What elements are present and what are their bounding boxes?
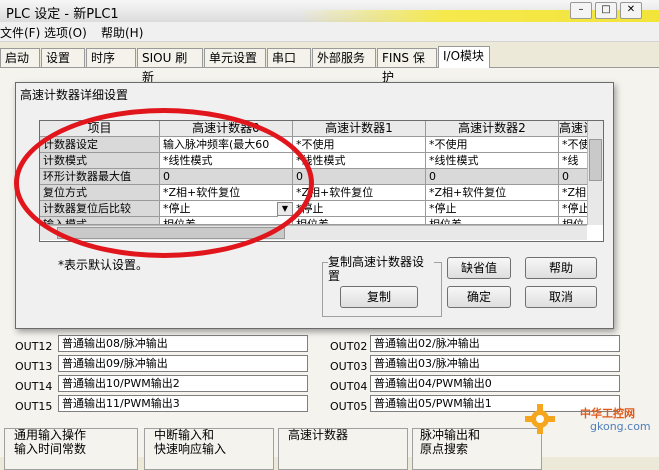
tab-siou-refresh[interactable]: SIOU 刷新 (137, 48, 203, 84)
grid-cell[interactable]: *停止 (426, 201, 559, 217)
minimize-button[interactable]: – (570, 2, 592, 19)
menu-file[interactable]: 文件(F) (0, 24, 40, 41)
tab-fins-protect[interactable]: FINS 保护 (377, 48, 437, 84)
highlight-ellipse (14, 108, 314, 258)
out14-field[interactable]: 普通输出10/PWM输出2 (58, 375, 308, 392)
grid-cell[interactable]: *Z相+软件复位 (426, 185, 559, 201)
out05-label: OUT05 (330, 400, 368, 413)
copy-button[interactable]: 复制 (340, 286, 418, 308)
tab-unit-settings[interactable]: 单元设置 (204, 48, 266, 67)
grid-cell[interactable]: 0 (426, 169, 559, 185)
tab-external-service[interactable]: 外部服务 (312, 48, 376, 67)
tab-serial-port[interactable]: 串口 (267, 48, 311, 67)
cancel-button[interactable]: 取消 (525, 286, 597, 308)
close-button[interactable]: ✕ (620, 2, 642, 19)
grid-cell[interactable]: *停止 (293, 201, 426, 217)
menu-help[interactable]: 帮助(H) (101, 24, 143, 41)
window-title: PLC 设定 - 新PLC1 (6, 7, 119, 22)
grid-cell[interactable]: 相位差 (426, 217, 559, 225)
pulse-output-line1: 脉冲输出和 (420, 428, 481, 442)
out04-label: OUT04 (330, 380, 368, 393)
out13-field[interactable]: 普通输出09/脉冲输出 (58, 355, 308, 372)
grid-cell[interactable]: *线性模式 (293, 153, 426, 169)
dialog-title: 高速计数器详细设置 (20, 88, 129, 102)
help-button[interactable]: 帮助 (525, 257, 597, 279)
copy-group-label: 复制高速计数器设置 (328, 255, 434, 283)
tab-startup[interactable]: 启动 (0, 48, 40, 67)
maximize-button[interactable]: □ (595, 2, 617, 19)
grid-cell[interactable]: *不使用 (426, 137, 559, 153)
default-note: *表示默认设置。 (58, 258, 149, 272)
general-input-line1: 通用输入操作 (14, 428, 87, 442)
out13-label: OUT13 (15, 360, 53, 373)
out04-field[interactable]: 普通输出04/PWM输出0 (370, 375, 620, 392)
tab-timing[interactable]: 时序 (86, 48, 136, 67)
watermark-brand: 中华工控网 (580, 407, 635, 420)
out15-field[interactable]: 普通输出11/PWM输出3 (58, 395, 308, 412)
gear-icon (523, 402, 557, 436)
out12-label: OUT12 (15, 340, 53, 353)
watermark-url: gkong.com (590, 420, 651, 433)
grid-cell[interactable]: 相位差 (293, 217, 426, 225)
interrupt-input-line2: 快速响应输入 (154, 442, 227, 456)
tab-io-module[interactable]: I/O模块 (438, 46, 490, 68)
pulse-output-line2: 原点搜索 (420, 442, 469, 456)
grid-cell[interactable]: *不使用 (293, 137, 426, 153)
hs-counter-line1: 高速计数器 (288, 428, 349, 442)
grid-cell[interactable]: *线性模式 (426, 153, 559, 169)
out14-label: OUT14 (15, 380, 53, 393)
default-button[interactable]: 缺省值 (447, 257, 511, 279)
out12-field[interactable]: 普通输出08/脉冲输出 (58, 335, 308, 352)
general-input-line2: 输入时间常数 (14, 442, 87, 456)
out02-label: OUT02 (330, 340, 368, 353)
out03-label: OUT03 (330, 360, 368, 373)
menu-options[interactable]: 选项(O) (44, 24, 87, 41)
interrupt-input-line1: 中断输入和 (154, 428, 215, 442)
out02-field[interactable]: 普通输出02/脉冲输出 (370, 335, 620, 352)
ok-button[interactable]: 确定 (447, 286, 511, 308)
col-header-counter1[interactable]: 高速计数器1 (293, 121, 426, 137)
out15-label: OUT15 (15, 400, 53, 413)
col-header-counter2[interactable]: 高速计数器2 (426, 121, 559, 137)
tab-settings[interactable]: 设置 (41, 48, 85, 67)
menu-bar (0, 22, 659, 42)
out03-field[interactable]: 普通输出03/脉冲输出 (370, 355, 620, 372)
grid-scroll-thumb[interactable] (589, 139, 602, 181)
